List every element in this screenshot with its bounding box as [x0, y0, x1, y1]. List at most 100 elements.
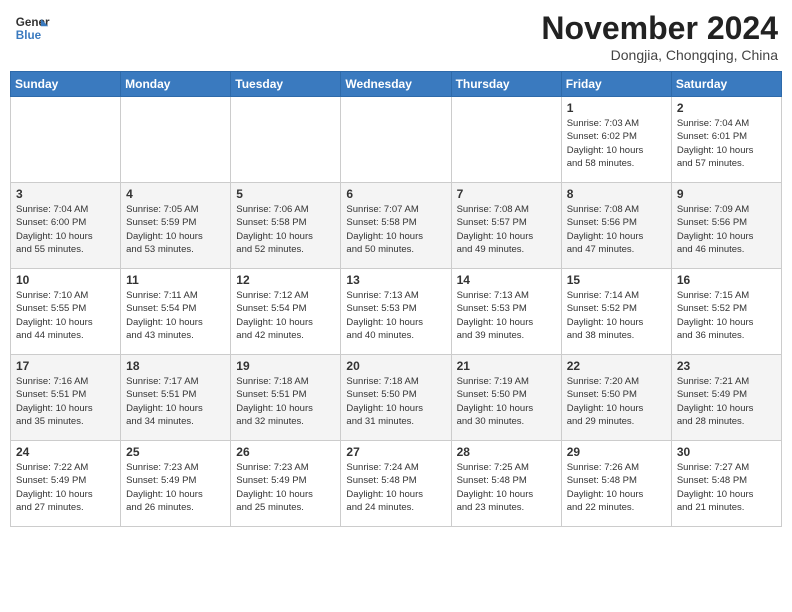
- calendar-cell: [121, 97, 231, 183]
- calendar-cell: 11 Sunrise: 7:11 AM Sunset: 5:54 PM Dayli…: [121, 269, 231, 355]
- calendar-cell: 30Sunrise: 7:27 AM Sunset: 5:48 PM Dayli…: [671, 441, 781, 527]
- day-info: Sunrise: 7:04 AM Sunset: 6:00 PM Dayligh…: [16, 203, 115, 256]
- day-number: 4: [126, 187, 225, 201]
- day-number: 26: [236, 445, 335, 459]
- day-info: Sunrise: 7:11 AM Sunset: 5:54 PM Dayligh…: [126, 289, 225, 342]
- day-number: 1: [567, 101, 666, 115]
- calendar-cell: 16Sunrise: 7:15 AM Sunset: 5:52 PM Dayli…: [671, 269, 781, 355]
- day-info: Sunrise: 7:25 AM Sunset: 5:48 PM Dayligh…: [457, 461, 556, 514]
- calendar-cell: 6 Sunrise: 7:07 AM Sunset: 5:58 PM Daylig…: [341, 183, 451, 269]
- day-number: 22: [567, 359, 666, 373]
- col-sunday: Sunday: [11, 72, 121, 97]
- day-number: 20: [346, 359, 445, 373]
- day-info: Sunrise: 7:21 AM Sunset: 5:49 PM Dayligh…: [677, 375, 776, 428]
- day-info: Sunrise: 7:18 AM Sunset: 5:51 PM Dayligh…: [236, 375, 335, 428]
- weekday-header-row: Sunday Monday Tuesday Wednesday Thursday…: [11, 72, 782, 97]
- calendar-cell: 18 Sunrise: 7:17 AM Sunset: 5:51 PM Dayli…: [121, 355, 231, 441]
- calendar-location: Dongjia, Chongqing, China: [541, 47, 778, 63]
- day-number: 6: [346, 187, 445, 201]
- day-number: 19: [236, 359, 335, 373]
- day-number: 10: [16, 273, 115, 287]
- day-info: Sunrise: 7:23 AM Sunset: 5:49 PM Dayligh…: [126, 461, 225, 514]
- day-number: 14: [457, 273, 556, 287]
- svg-text:General: General: [16, 16, 50, 29]
- day-info: Sunrise: 7:06 AM Sunset: 5:58 PM Dayligh…: [236, 203, 335, 256]
- day-info: Sunrise: 7:08 AM Sunset: 5:56 PM Dayligh…: [567, 203, 666, 256]
- day-number: 7: [457, 187, 556, 201]
- day-number: 15: [567, 273, 666, 287]
- calendar-cell: 25 Sunrise: 7:23 AM Sunset: 5:49 PM Dayli…: [121, 441, 231, 527]
- calendar-cell: [451, 97, 561, 183]
- calendar-cell: 3 Sunrise: 7:04 AM Sunset: 6:00 PM Daylig…: [11, 183, 121, 269]
- day-info: Sunrise: 7:17 AM Sunset: 5:51 PM Dayligh…: [126, 375, 225, 428]
- calendar-cell: 10 Sunrise: 7:10 AM Sunset: 5:55 PM Dayli…: [11, 269, 121, 355]
- day-info: Sunrise: 7:12 AM Sunset: 5:54 PM Dayligh…: [236, 289, 335, 342]
- day-info: Sunrise: 7:10 AM Sunset: 5:55 PM Dayligh…: [16, 289, 115, 342]
- day-info: Sunrise: 7:23 AM Sunset: 5:49 PM Dayligh…: [236, 461, 335, 514]
- day-number: 8: [567, 187, 666, 201]
- day-info: Sunrise: 7:22 AM Sunset: 5:49 PM Dayligh…: [16, 461, 115, 514]
- calendar-cell: 27 Sunrise: 7:24 AM Sunset: 5:48 PM Dayli…: [341, 441, 451, 527]
- day-number: 23: [677, 359, 776, 373]
- calendar-cell: 20 Sunrise: 7:18 AM Sunset: 5:50 PM Dayli…: [341, 355, 451, 441]
- col-wednesday: Wednesday: [341, 72, 451, 97]
- day-info: Sunrise: 7:07 AM Sunset: 5:58 PM Dayligh…: [346, 203, 445, 256]
- calendar-cell: 19 Sunrise: 7:18 AM Sunset: 5:51 PM Dayli…: [231, 355, 341, 441]
- calendar-cell: 13 Sunrise: 7:13 AM Sunset: 5:53 PM Dayli…: [341, 269, 451, 355]
- calendar-cell: 12 Sunrise: 7:12 AM Sunset: 5:54 PM Dayli…: [231, 269, 341, 355]
- day-info: Sunrise: 7:13 AM Sunset: 5:53 PM Dayligh…: [346, 289, 445, 342]
- day-info: Sunrise: 7:13 AM Sunset: 5:53 PM Dayligh…: [457, 289, 556, 342]
- calendar-cell: 28Sunrise: 7:25 AM Sunset: 5:48 PM Dayli…: [451, 441, 561, 527]
- col-monday: Monday: [121, 72, 231, 97]
- day-info: Sunrise: 7:04 AM Sunset: 6:01 PM Dayligh…: [677, 117, 776, 170]
- day-info: Sunrise: 7:09 AM Sunset: 5:56 PM Dayligh…: [677, 203, 776, 256]
- calendar-cell: [11, 97, 121, 183]
- calendar-cell: 15Sunrise: 7:14 AM Sunset: 5:52 PM Dayli…: [561, 269, 671, 355]
- calendar-cell: 22 Sunrise: 7:20 AM Sunset: 5:50 PM Dayli…: [561, 355, 671, 441]
- day-number: 13: [346, 273, 445, 287]
- calendar-cell: 24Sunrise: 7:22 AM Sunset: 5:49 PM Dayli…: [11, 441, 121, 527]
- week-row-5: 24Sunrise: 7:22 AM Sunset: 5:49 PM Dayli…: [11, 441, 782, 527]
- page-header: General Blue November 2024 Dongjia, Chon…: [10, 10, 782, 63]
- day-number: 12: [236, 273, 335, 287]
- logo-icon: General Blue: [14, 10, 50, 46]
- title-block: November 2024 Dongjia, Chongqing, China: [541, 10, 778, 63]
- day-number: 27: [346, 445, 445, 459]
- calendar-cell: 17Sunrise: 7:16 AM Sunset: 5:51 PM Dayli…: [11, 355, 121, 441]
- col-saturday: Saturday: [671, 72, 781, 97]
- calendar-cell: 1 Sunrise: 7:03 AM Sunset: 6:02 PM Daylig…: [561, 97, 671, 183]
- calendar-cell: 2 Sunrise: 7:04 AM Sunset: 6:01 PM Daylig…: [671, 97, 781, 183]
- calendar-cell: [231, 97, 341, 183]
- week-row-4: 17Sunrise: 7:16 AM Sunset: 5:51 PM Dayli…: [11, 355, 782, 441]
- calendar-table: Sunday Monday Tuesday Wednesday Thursday…: [10, 71, 782, 527]
- calendar-cell: 23 Sunrise: 7:21 AM Sunset: 5:49 PM Dayli…: [671, 355, 781, 441]
- day-info: Sunrise: 7:26 AM Sunset: 5:48 PM Dayligh…: [567, 461, 666, 514]
- calendar-cell: 9Sunrise: 7:09 AM Sunset: 5:56 PM Daylig…: [671, 183, 781, 269]
- day-number: 25: [126, 445, 225, 459]
- calendar-cell: 26 Sunrise: 7:23 AM Sunset: 5:49 PM Dayli…: [231, 441, 341, 527]
- day-info: Sunrise: 7:24 AM Sunset: 5:48 PM Dayligh…: [346, 461, 445, 514]
- calendar-cell: 21 Sunrise: 7:19 AM Sunset: 5:50 PM Dayli…: [451, 355, 561, 441]
- day-number: 16: [677, 273, 776, 287]
- day-number: 3: [16, 187, 115, 201]
- calendar-cell: 14 Sunrise: 7:13 AM Sunset: 5:53 PM Dayli…: [451, 269, 561, 355]
- logo: General Blue: [14, 10, 50, 46]
- day-info: Sunrise: 7:19 AM Sunset: 5:50 PM Dayligh…: [457, 375, 556, 428]
- day-number: 29: [567, 445, 666, 459]
- week-row-3: 10 Sunrise: 7:10 AM Sunset: 5:55 PM Dayli…: [11, 269, 782, 355]
- col-friday: Friday: [561, 72, 671, 97]
- svg-text:Blue: Blue: [16, 29, 42, 42]
- calendar-cell: [341, 97, 451, 183]
- day-number: 21: [457, 359, 556, 373]
- day-info: Sunrise: 7:03 AM Sunset: 6:02 PM Dayligh…: [567, 117, 666, 170]
- day-info: Sunrise: 7:18 AM Sunset: 5:50 PM Dayligh…: [346, 375, 445, 428]
- col-thursday: Thursday: [451, 72, 561, 97]
- day-info: Sunrise: 7:20 AM Sunset: 5:50 PM Dayligh…: [567, 375, 666, 428]
- day-number: 11: [126, 273, 225, 287]
- day-number: 18: [126, 359, 225, 373]
- day-number: 17: [16, 359, 115, 373]
- day-info: Sunrise: 7:05 AM Sunset: 5:59 PM Dayligh…: [126, 203, 225, 256]
- day-number: 2: [677, 101, 776, 115]
- day-number: 30: [677, 445, 776, 459]
- week-row-1: 1 Sunrise: 7:03 AM Sunset: 6:02 PM Daylig…: [11, 97, 782, 183]
